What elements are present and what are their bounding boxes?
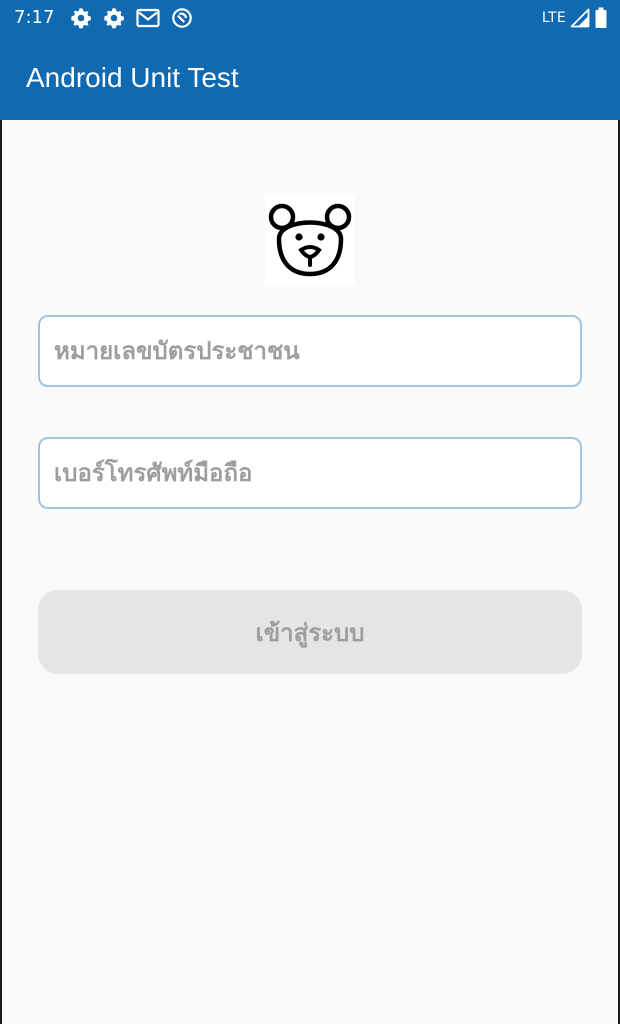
- status-bar: 7:17 LTE: [0, 0, 620, 36]
- app-title: Android Unit Test: [26, 62, 239, 93]
- device-frame-left-edge: [0, 0, 2, 1024]
- gmail-icon: [136, 7, 160, 29]
- login-button-label: เข้าสู่ระบบ: [255, 618, 365, 647]
- phone-input[interactable]: [40, 439, 580, 507]
- notification-icons: [70, 7, 193, 29]
- phone-field: [38, 437, 582, 509]
- app-bar: Android Unit Test: [0, 36, 620, 120]
- signal-icon: [570, 8, 590, 28]
- login-button[interactable]: เข้าสู่ระบบ: [38, 590, 582, 674]
- id-card-field: [38, 315, 582, 387]
- gear-icon: [70, 7, 92, 29]
- gear-icon: [103, 7, 125, 29]
- status-time: 7:17: [14, 7, 55, 28]
- no-disturb-icon: [171, 7, 193, 29]
- battery-icon: [594, 7, 608, 29]
- system-icons: LTE: [542, 7, 608, 29]
- id-card-input[interactable]: [40, 317, 580, 385]
- network-type: LTE: [541, 10, 566, 26]
- bear-icon: [265, 195, 355, 285]
